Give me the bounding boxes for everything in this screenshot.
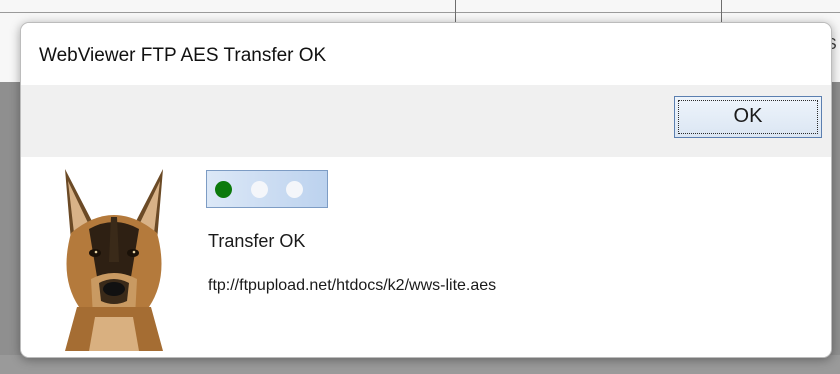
dialog-titlebar: WebViewer FTP AES Transfer OK xyxy=(21,23,831,85)
background-grid-line xyxy=(0,12,840,13)
transfer-ok-dialog: WebViewer FTP AES Transfer OK OK Transfe… xyxy=(20,22,832,358)
progress-step-pending xyxy=(251,181,268,198)
ok-button[interactable]: OK xyxy=(674,96,822,138)
ok-button-label: OK xyxy=(733,104,763,127)
dialog-body: Transfer OK ftp://ftpupload.net/htdocs/k… xyxy=(21,157,831,357)
transfer-status: Transfer OK xyxy=(208,231,306,251)
transfer-progress-indicator xyxy=(206,170,328,208)
progress-step-complete xyxy=(215,181,232,198)
ftp-url: ftp://ftpupload.net/htdocs/k2/wws-lite.a… xyxy=(208,277,497,294)
dialog-title: WebViewer FTP AES Transfer OK xyxy=(39,45,327,66)
german-shepherd-dog-image xyxy=(65,169,163,351)
dialog-button-bar: OK xyxy=(21,85,831,157)
progress-step-pending xyxy=(286,181,303,198)
